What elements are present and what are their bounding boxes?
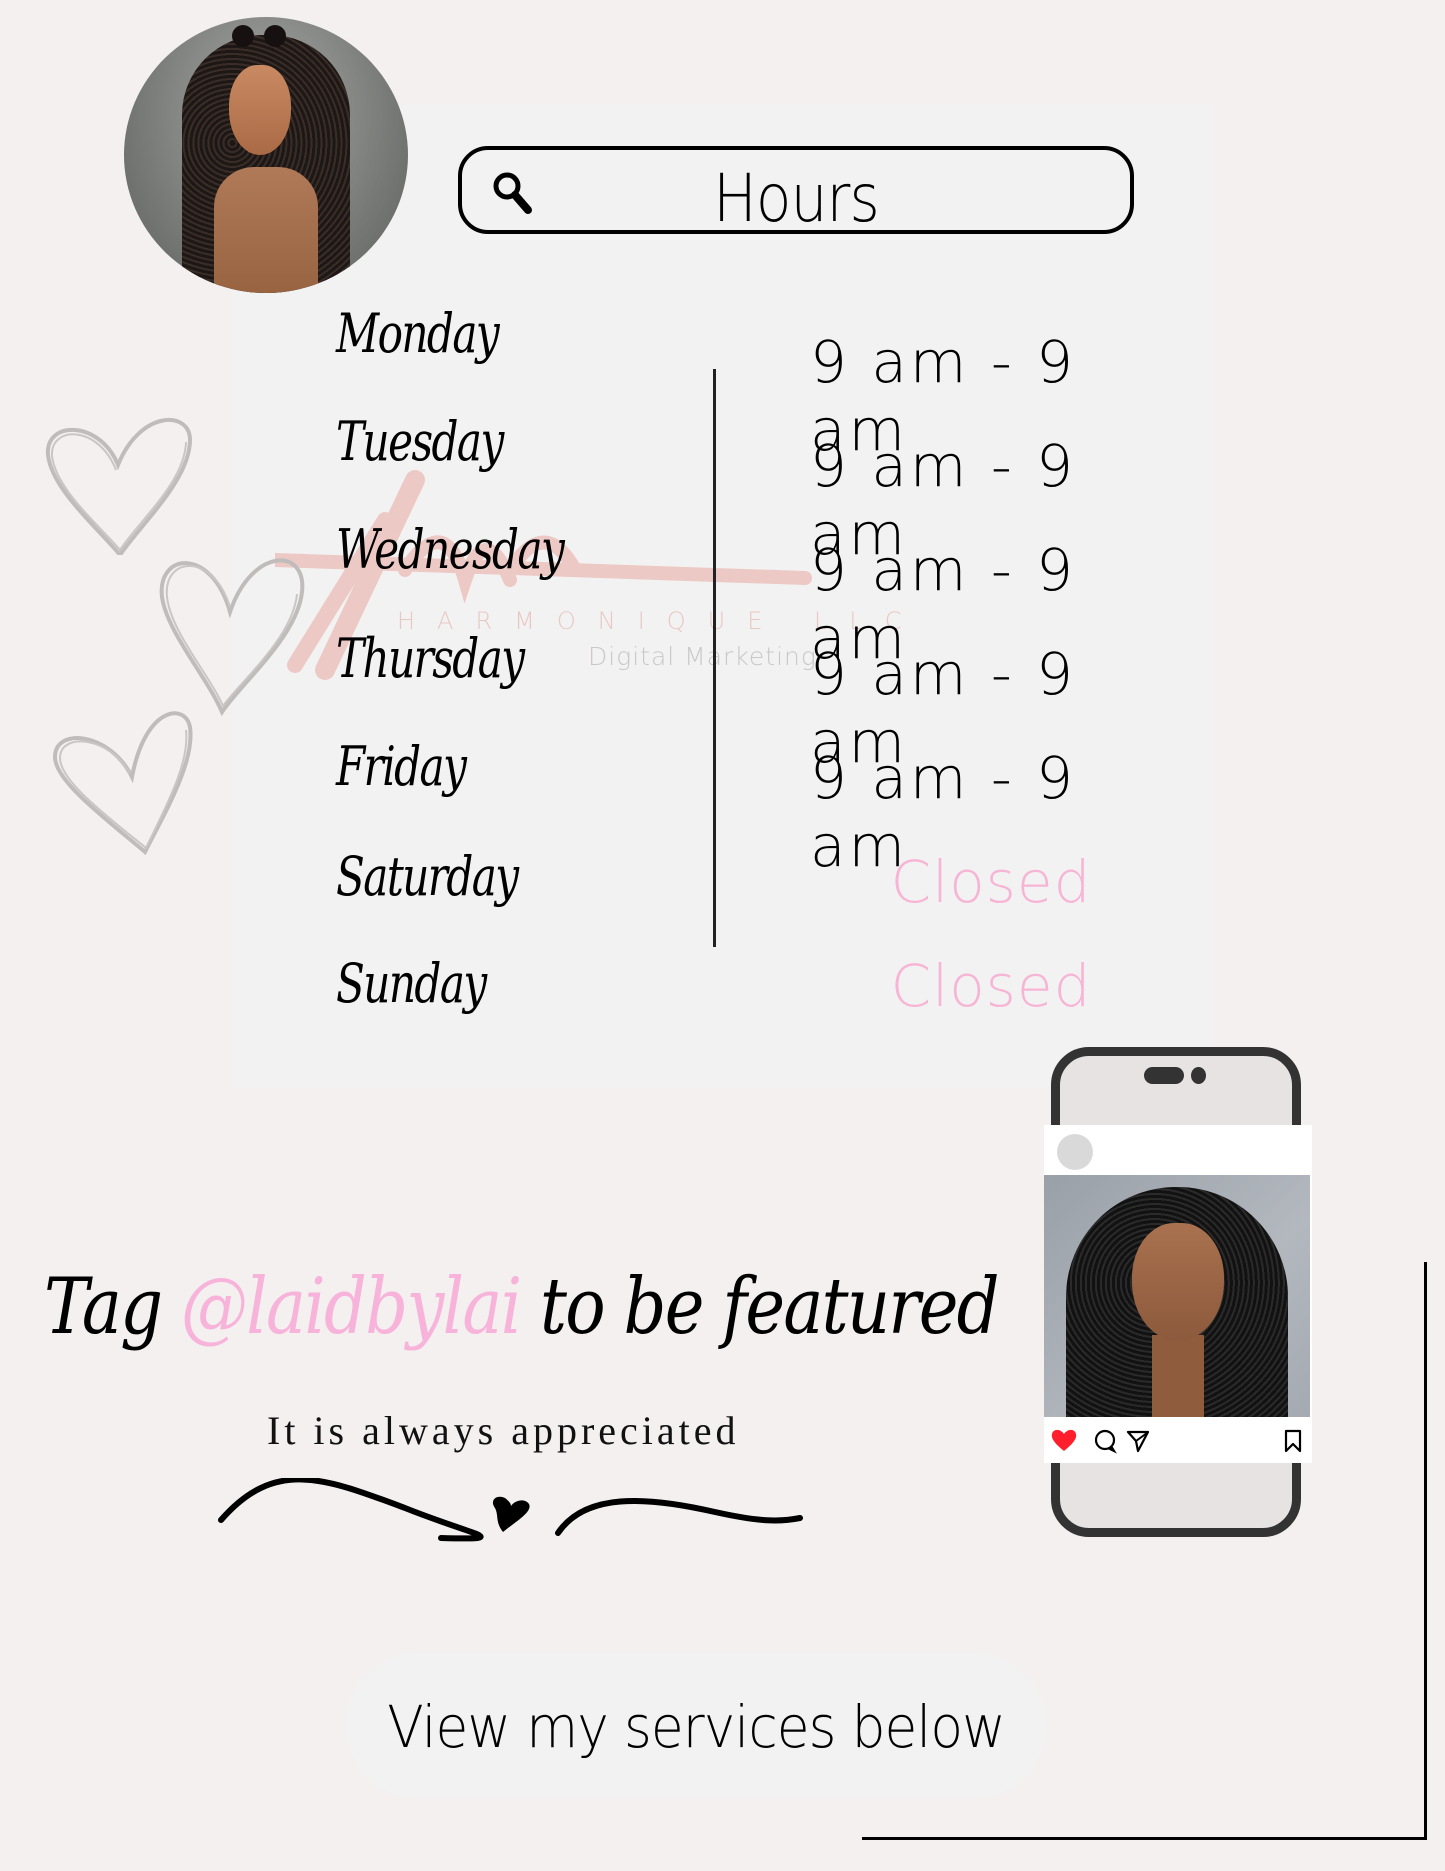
day-label: Tuesday <box>336 410 504 473</box>
bookmark-icon[interactable] <box>1284 1429 1302 1453</box>
avatar-bun <box>264 25 286 47</box>
avatar-bun <box>232 25 254 47</box>
heart-outline-icon <box>159 558 305 717</box>
hours-title: Hours <box>713 160 880 237</box>
view-services-button[interactable]: View my services below <box>346 1653 1046 1798</box>
column-divider <box>713 369 716 947</box>
phone-camera-pill <box>1144 1067 1184 1084</box>
closed-label: Closed <box>890 848 1092 916</box>
flourish-divider <box>218 1478 803 1542</box>
watermark-tagline: Digital Marketing <box>588 642 817 671</box>
photo-neck <box>1152 1335 1204 1417</box>
avatar-face <box>229 65 291 155</box>
tag-suffix: to be featured <box>520 1262 1000 1352</box>
hours-title-bar: Hours <box>458 146 1134 237</box>
day-label: Thursday <box>336 627 525 690</box>
profile-avatar <box>124 17 408 293</box>
heart-icon[interactable] <box>1051 1429 1077 1451</box>
heart-outline-icon <box>45 417 193 555</box>
closed-label: Closed <box>890 952 1092 1020</box>
day-label: Sunday <box>336 952 487 1015</box>
day-label: Monday <box>336 302 500 365</box>
view-services-label: View my services below <box>387 1692 1005 1761</box>
post-avatar <box>1057 1134 1093 1170</box>
post-action-bar <box>1051 1429 1302 1454</box>
heart-outline-icon <box>52 711 193 856</box>
instagram-handle[interactable]: @laidbylai <box>181 1262 522 1352</box>
tag-headline: Tag @laidbylai to be featured <box>44 1262 1000 1352</box>
tag-prefix: Tag <box>44 1262 181 1352</box>
day-label: Saturday <box>336 845 519 908</box>
post-photo <box>1044 1175 1310 1417</box>
day-label: Wednesday <box>336 518 565 581</box>
photo-face <box>1132 1223 1224 1341</box>
frame-line-vertical <box>1424 1262 1427 1840</box>
comment-icon[interactable] <box>1094 1429 1117 1454</box>
share-icon[interactable] <box>1126 1430 1150 1453</box>
phone-camera-dot <box>1191 1067 1206 1084</box>
appreciation-text: It is always appreciated <box>267 1408 740 1453</box>
avatar-body <box>214 167 318 293</box>
frame-line-horizontal <box>862 1837 1427 1840</box>
day-label: Friday <box>336 735 467 798</box>
